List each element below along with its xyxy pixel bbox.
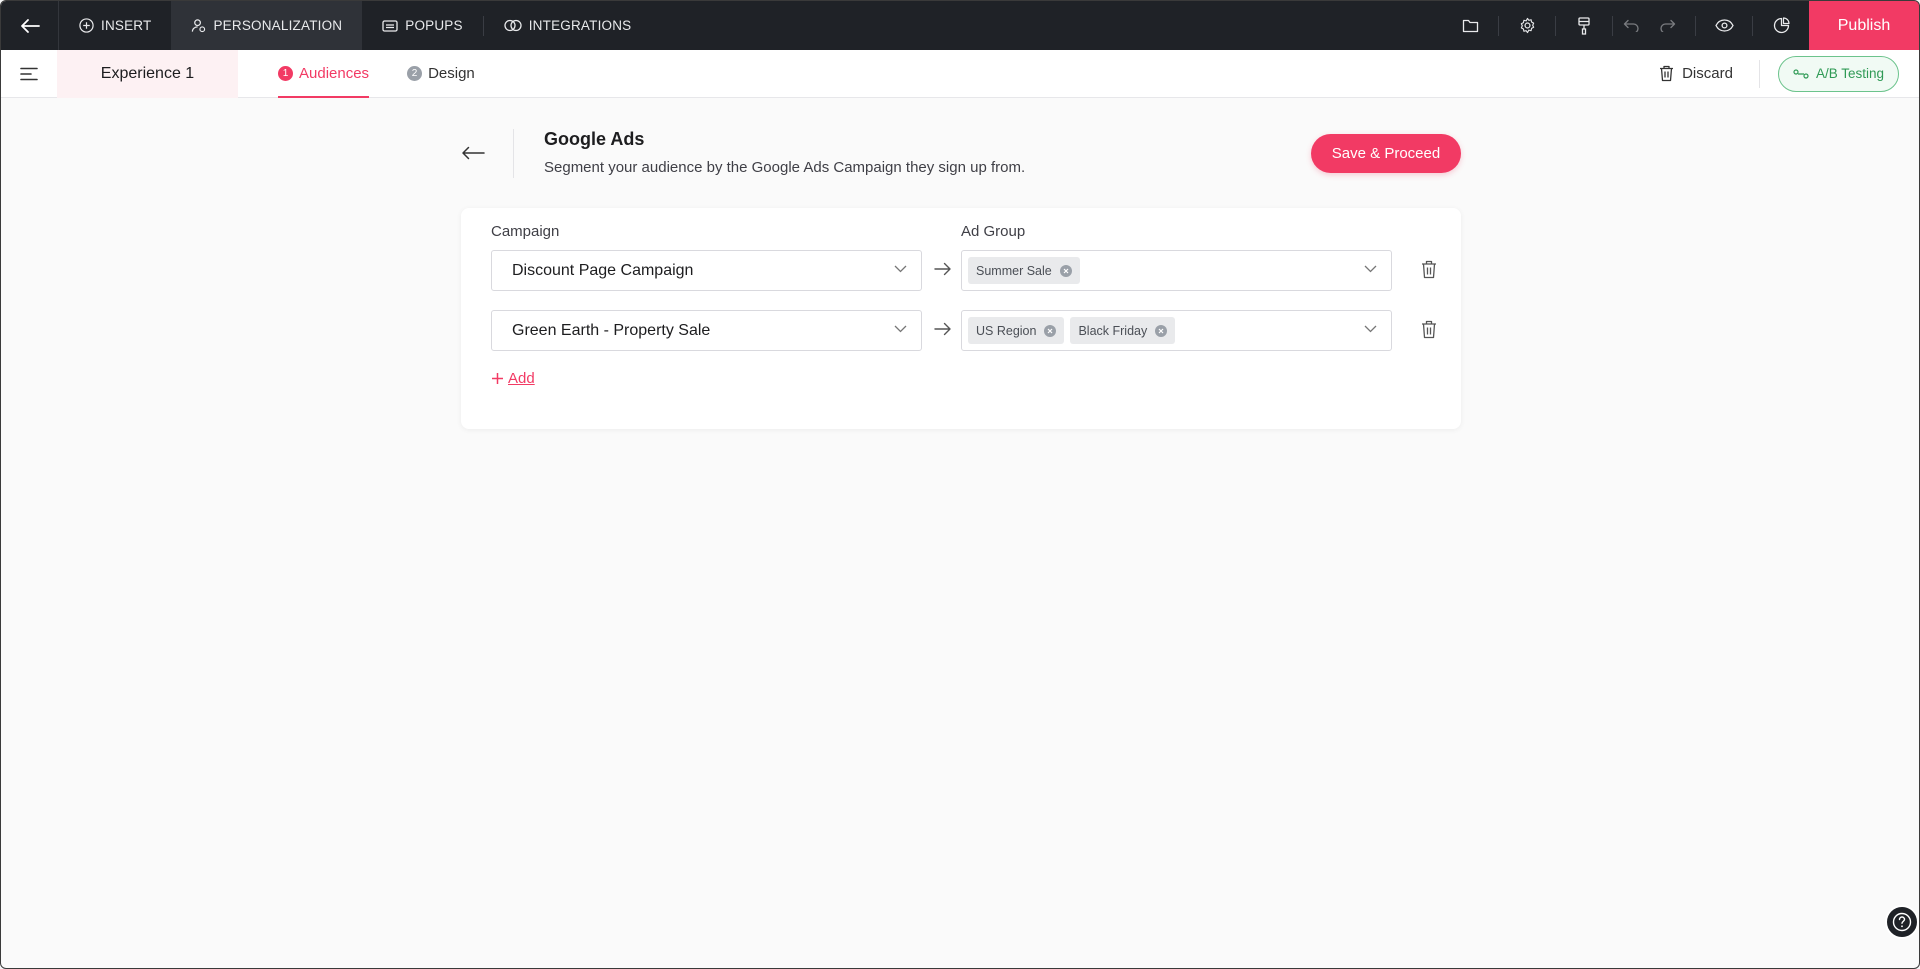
analytics-button[interactable] xyxy=(1753,1,1809,50)
top-toolbar: INSERT PERSONALIZATION POPUPS INTEGRATIO… xyxy=(1,1,1919,50)
ad-group-multiselect[interactable]: US Region Black Friday xyxy=(961,310,1392,351)
remove-tag-icon[interactable] xyxy=(1155,324,1168,337)
help-button[interactable] xyxy=(1885,905,1919,939)
integrations-icon xyxy=(504,19,522,32)
delete-row-icon[interactable] xyxy=(1421,260,1437,279)
step-audiences[interactable]: 1 Audiences xyxy=(278,50,370,98)
campaign-value: Discount Page Campaign xyxy=(512,261,694,279)
toolbar-actions: Publish xyxy=(1442,1,1919,50)
step-audiences-label: Audiences xyxy=(299,65,370,82)
nav-insert[interactable]: INSERT xyxy=(59,1,171,50)
campaign-value: Green Earth - Property Sale xyxy=(512,321,711,339)
analytics-icon xyxy=(1773,17,1790,34)
chevron-down-icon xyxy=(894,265,907,273)
nav-popups[interactable]: POPUPS xyxy=(362,1,482,50)
experience-bar: Experience 1 1 Audiences 2 Design Discar… xyxy=(1,49,1919,98)
mapping-row: Green Earth - Property Sale US Region Bl… xyxy=(491,310,1441,351)
mapping-row: Discount Page Campaign Summer Sale xyxy=(491,250,1441,291)
experience-actions: Discard A/B Testing xyxy=(1659,50,1919,98)
discard-label: Discard xyxy=(1682,65,1733,82)
ad-group-multiselect[interactable]: Summer Sale xyxy=(961,250,1392,291)
folder-icon xyxy=(1462,19,1478,33)
style-button[interactable] xyxy=(1556,1,1612,50)
ad-group-tag: Black Friday xyxy=(1070,317,1176,344)
discard-button[interactable]: Discard xyxy=(1659,59,1760,88)
plus-icon xyxy=(492,373,503,384)
folder-button[interactable] xyxy=(1442,1,1498,50)
campaign-column-label: Campaign xyxy=(491,223,560,240)
plus-circle-icon xyxy=(79,18,94,33)
ad-group-tag-label: US Region xyxy=(976,323,1037,338)
redo-button[interactable] xyxy=(1649,1,1685,50)
settings-button[interactable] xyxy=(1499,1,1555,50)
ad-group-tag-label: Summer Sale xyxy=(976,263,1052,278)
ab-testing-label: A/B Testing xyxy=(1815,66,1884,81)
undo-button[interactable] xyxy=(1613,1,1649,50)
ab-testing-button[interactable]: A/B Testing xyxy=(1777,55,1899,92)
redo-icon xyxy=(1659,19,1675,32)
step-number: 1 xyxy=(278,66,293,81)
nav-insert-label: INSERT xyxy=(101,18,152,33)
save-proceed-button[interactable]: Save & Proceed xyxy=(1311,134,1461,173)
ad-group-tag-label: Black Friday xyxy=(1078,323,1148,338)
page-subtitle: Segment your audience by the Google Ads … xyxy=(544,159,1026,176)
remove-tag-icon[interactable] xyxy=(1044,324,1057,337)
hamburger-icon xyxy=(20,67,38,80)
chevron-down-icon xyxy=(894,325,907,333)
menu-button[interactable] xyxy=(1,50,57,98)
remove-tag-icon[interactable] xyxy=(1059,264,1072,277)
help-icon xyxy=(1892,912,1912,932)
chevron-down-icon xyxy=(1364,265,1377,273)
preview-button[interactable] xyxy=(1696,1,1752,50)
nav-integrations-label: INTEGRATIONS xyxy=(528,18,632,33)
trash-icon xyxy=(1660,65,1674,82)
delete-row-icon[interactable] xyxy=(1421,320,1437,339)
campaign-mapping-card: Campaign Ad Group Discount Page Campaign… xyxy=(461,208,1461,429)
arrow-left-icon xyxy=(20,18,40,33)
ad-group-tag: Summer Sale xyxy=(968,257,1080,284)
chevron-down-icon xyxy=(1364,325,1377,333)
experience-name[interactable]: Experience 1 xyxy=(57,49,238,98)
nav-personalization[interactable]: PERSONALIZATION xyxy=(171,1,363,50)
step-number: 2 xyxy=(407,66,423,81)
campaign-select[interactable]: Discount Page Campaign xyxy=(491,250,922,291)
add-row-label: Add xyxy=(508,370,535,387)
back-button[interactable] xyxy=(1,1,59,50)
header-divider xyxy=(513,129,514,178)
ad-group-tag: US Region xyxy=(968,317,1065,344)
nav-integrations[interactable]: INTEGRATIONS xyxy=(484,1,652,50)
eye-icon xyxy=(1714,19,1734,32)
arrow-right-icon xyxy=(934,262,951,276)
publish-button[interactable]: Publish xyxy=(1809,1,1919,50)
paint-brush-icon xyxy=(1578,16,1590,35)
ab-testing-icon xyxy=(1793,68,1809,79)
back-to-audiences-button[interactable] xyxy=(459,141,487,165)
add-row-button[interactable]: Add xyxy=(491,370,535,387)
undo-icon xyxy=(1623,19,1639,32)
page-title: Google Ads xyxy=(544,129,645,149)
campaign-select[interactable]: Green Earth - Property Sale xyxy=(491,310,922,351)
arrow-left-icon xyxy=(462,146,485,160)
nav-personalization-label: PERSONALIZATION xyxy=(213,18,343,33)
ad-group-column-label: Ad Group xyxy=(961,223,1026,240)
app-window: INSERT PERSONALIZATION POPUPS INTEGRATIO… xyxy=(0,0,1920,969)
step-design-label: Design xyxy=(428,65,475,82)
nav-popups-label: POPUPS xyxy=(405,18,463,33)
step-design[interactable]: 2 Design xyxy=(407,50,475,98)
popup-icon xyxy=(382,19,398,32)
arrow-right-icon xyxy=(934,322,951,336)
gear-icon xyxy=(1520,17,1534,34)
personalization-icon xyxy=(192,19,206,33)
